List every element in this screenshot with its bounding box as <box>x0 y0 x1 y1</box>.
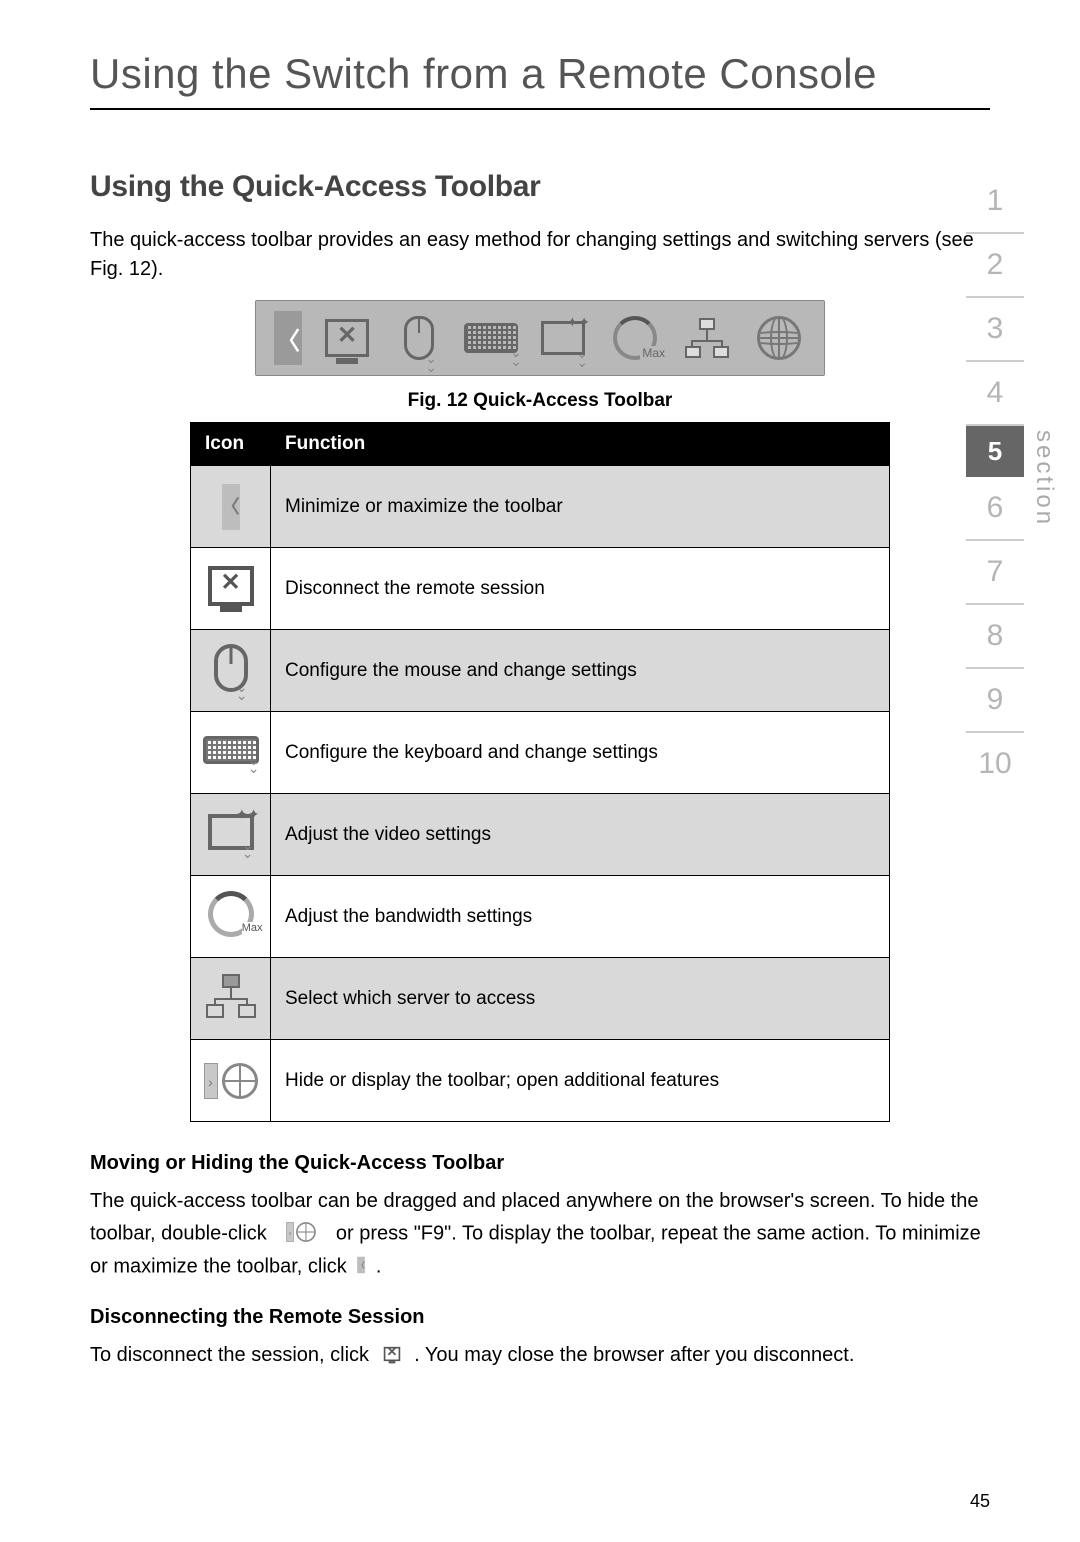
table-row: ⌄⌄ Adjust the video settings <box>191 794 890 876</box>
disconnect-heading: Disconnecting the Remote Session <box>90 1306 990 1329</box>
page-number: 45 <box>970 1491 990 1512</box>
table-cell-function: Hide or display the toolbar; open additi… <box>271 1040 890 1122</box>
table-row: ⌄⌄ Configure the mouse and change settin… <box>191 630 890 712</box>
video-settings-icon: ⌄⌄ <box>536 311 590 365</box>
bandwidth-gauge-icon <box>608 311 662 365</box>
section-nav-item[interactable]: 1 <box>966 170 1024 234</box>
icon-function-table: Icon Function 〈 Minimize or maximize the… <box>190 422 890 1122</box>
section-nav-item[interactable]: 2 <box>966 234 1024 298</box>
table-cell-function: Configure the mouse and change settings <box>271 630 890 712</box>
disconnect-paragraph: To disconnect the session, click . You m… <box>90 1341 990 1370</box>
section-label: section <box>1030 430 1058 527</box>
table-cell-function: Adjust the video settings <box>271 794 890 876</box>
section-nav-item[interactable]: 4 <box>966 362 1024 426</box>
chevron-left-icon: 〈 <box>274 311 302 365</box>
table-row: ⌄⌄ Configure the keyboard and change set… <box>191 712 890 794</box>
moving-toolbar-heading: Moving or Hiding the Quick-Access Toolba… <box>90 1152 990 1175</box>
chevron-left-icon: 〈 <box>357 1257 365 1274</box>
table-cell-function: Minimize or maximize the toolbar <box>271 466 890 548</box>
globe-icon <box>752 311 806 365</box>
section-nav-item[interactable]: 3 <box>966 298 1024 362</box>
intro-paragraph: The quick-access toolbar provides an eas… <box>90 226 990 284</box>
video-settings-icon: ⌄⌄ <box>208 814 254 850</box>
table-cell-function: Disconnect the remote session <box>271 548 890 630</box>
figure-caption: Fig. 12 Quick-Access Toolbar <box>90 390 990 412</box>
table-row: Disconnect the remote session <box>191 548 890 630</box>
disconnect-monitor-icon <box>383 1347 400 1361</box>
table-row: 〈 Minimize or maximize the toolbar <box>191 466 890 548</box>
section-nav: 1 2 3 4 5 6 7 8 9 10 <box>966 170 1024 795</box>
keyboard-icon: ⌄⌄ <box>464 311 518 365</box>
table-row: Adjust the bandwidth settings <box>191 876 890 958</box>
page-title: Using the Switch from a Remote Console <box>90 50 990 110</box>
toolbar-toggle-globe-icon: › <box>286 1222 316 1242</box>
table-row: Select which server to access <box>191 958 890 1040</box>
table-cell-function: Select which server to access <box>271 958 890 1040</box>
section-nav-item[interactable]: 7 <box>966 541 1024 605</box>
server-select-tree-icon <box>204 974 258 1018</box>
table-header-function: Function <box>271 423 890 466</box>
table-cell-function: Configure the keyboard and change settin… <box>271 712 890 794</box>
section-heading: Using the Quick-Access Toolbar <box>90 170 990 204</box>
quick-access-toolbar-figure: 〈 ⌄⌄ ⌄⌄ ⌄⌄ <box>255 300 825 376</box>
chevron-left-icon: 〈 <box>222 484 240 530</box>
moving-toolbar-paragraph: The quick-access toolbar can be dragged … <box>90 1187 990 1282</box>
mouse-icon: ⌄⌄ <box>392 311 446 365</box>
section-nav-item[interactable]: 8 <box>966 605 1024 669</box>
section-nav-item[interactable]: 9 <box>966 669 1024 733</box>
table-cell-function: Adjust the bandwidth settings <box>271 876 890 958</box>
table-row: › Hide or display the toolbar; open addi… <box>191 1040 890 1122</box>
keyboard-icon: ⌄⌄ <box>203 736 259 764</box>
section-nav-item[interactable]: 10 <box>966 733 1024 795</box>
disconnect-monitor-icon <box>208 566 254 606</box>
bandwidth-gauge-icon <box>208 891 254 937</box>
disconnect-monitor-icon <box>320 311 374 365</box>
table-header-icon: Icon <box>191 423 271 466</box>
toolbar-toggle-globe-icon: › <box>204 1063 258 1099</box>
mouse-icon: ⌄⌄ <box>214 644 248 692</box>
server-select-tree-icon <box>680 311 734 365</box>
section-nav-item-active[interactable]: 5 <box>966 426 1024 477</box>
section-nav-item[interactable]: 6 <box>966 477 1024 541</box>
